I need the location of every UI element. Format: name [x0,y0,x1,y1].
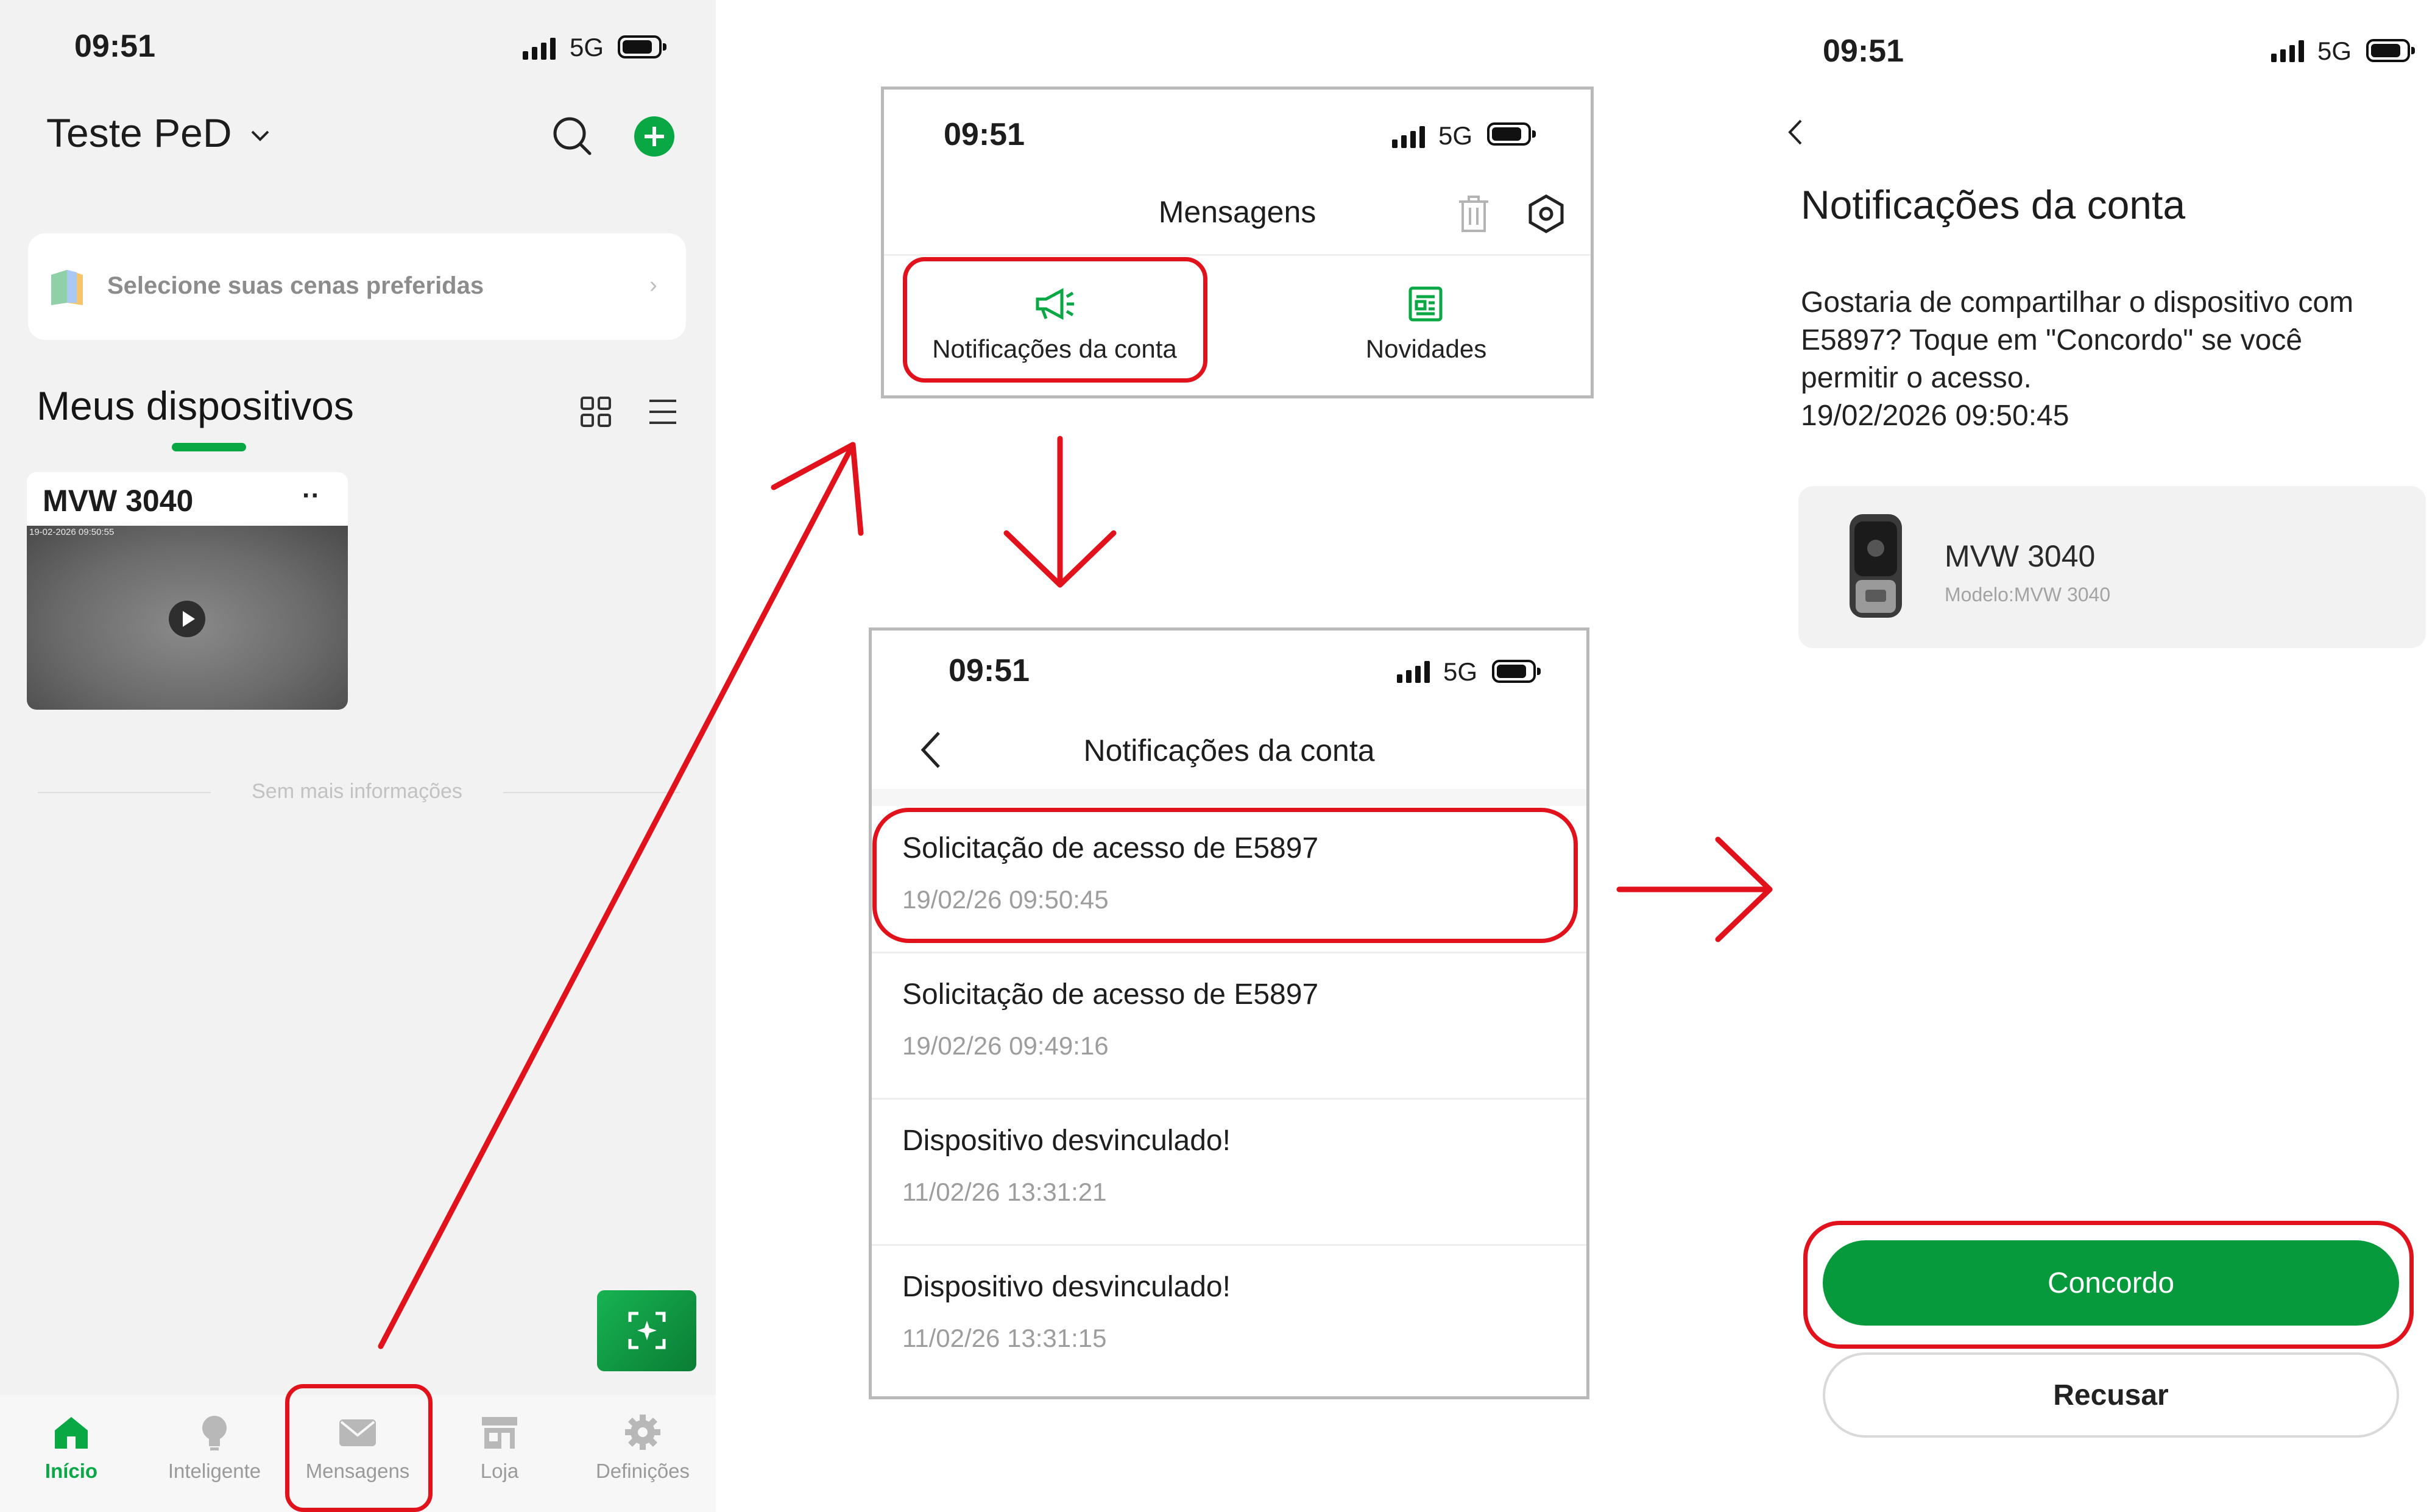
arrow-diagonal-line [378,442,856,1349]
annotation-arrows [378,436,1773,1349]
